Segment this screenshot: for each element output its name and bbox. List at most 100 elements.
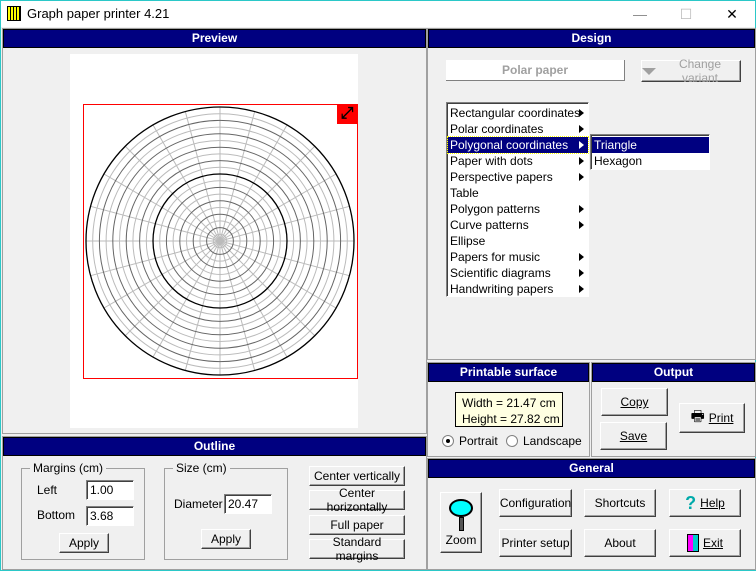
paper-preview[interactable]: ⤢ (70, 54, 358, 428)
category-item[interactable]: Handwriting papers (448, 281, 588, 297)
zoom-label: Zoom (445, 532, 477, 547)
size-group: Size (cm) Diameter 20.47 Apply (164, 461, 288, 560)
app-icon (7, 6, 21, 21)
configuration-button[interactable]: Configuration (499, 489, 572, 517)
category-item[interactable]: Ellipse (448, 233, 588, 249)
submenu-arrow-icon (579, 205, 584, 213)
help-icon: ? (685, 492, 697, 513)
bottom-margin-input[interactable]: 3.68 (86, 506, 134, 526)
category-item[interactable]: Scientific diagrams (448, 265, 588, 281)
category-label: Handwriting papers (450, 282, 554, 296)
category-label: Papers for music (450, 250, 541, 264)
category-item[interactable]: Table (448, 185, 588, 201)
submenu-arrow-icon (579, 141, 584, 149)
design-header: Design (428, 29, 755, 48)
copy-button[interactable]: Copy (601, 388, 668, 416)
category-list[interactable]: Rectangular coordinates Polar coordinates… (446, 102, 589, 297)
apply-size-button[interactable]: Apply (201, 529, 251, 549)
submenu-arrow-icon (579, 125, 584, 133)
maximize-button[interactable]: ☐ (663, 1, 709, 27)
standard-margins-button[interactable]: Standard margins (309, 535, 405, 563)
center-vertically-button[interactable]: Center vertically (309, 466, 405, 486)
category-label: Curve patterns (450, 218, 529, 232)
submenu-arrow-icon (579, 253, 584, 261)
resize-icon[interactable]: ⤢ (337, 104, 357, 124)
portrait-radio[interactable]: Portrait (442, 434, 498, 448)
save-button[interactable]: Save (600, 422, 667, 450)
diameter-label: Diameter (174, 497, 223, 511)
radio-unchecked-icon (506, 435, 518, 447)
category-label: Ellipse (450, 234, 486, 248)
change-variant-label: Change variant (678, 57, 722, 85)
category-label: Polygon patterns (450, 202, 541, 216)
printer-setup-button[interactable]: Printer setup (499, 529, 572, 557)
help-label: Help (700, 496, 725, 510)
minimize-button[interactable]: — (617, 1, 663, 27)
landscape-radio[interactable]: Landscape (506, 434, 582, 448)
exit-button[interactable]: Exit (669, 529, 741, 557)
category-label: Rectangular coordinates (450, 106, 581, 120)
outline-header: Outline (3, 437, 426, 456)
dropdown-arrow-icon (642, 67, 656, 75)
print-label: Print (708, 411, 734, 425)
variant-item[interactable]: Hexagon (592, 153, 709, 169)
submenu-arrow-icon (579, 285, 584, 293)
printable-surface-header: Printable surface (428, 363, 589, 382)
exit-label: Exit (702, 536, 723, 550)
left-label: Left (37, 483, 58, 497)
surface-width: Width = 21.47 cm (462, 396, 556, 410)
surface-info-box: Width = 21.47 cm Height = 27.82 cm (455, 392, 563, 427)
apply-margins-button[interactable]: Apply (59, 533, 109, 553)
preview-header: Preview (3, 29, 426, 48)
current-paper-label: Polar paper (446, 60, 625, 81)
diameter-input[interactable]: 20.47 (224, 494, 272, 514)
margins-group: Margins (cm) Left 1.00 Bottom 3.68 Apply (21, 461, 145, 560)
category-label: Table (450, 186, 479, 200)
print-button[interactable]: 🖶 Print (679, 403, 745, 433)
zoom-button[interactable]: Zoom (440, 492, 482, 553)
submenu-arrow-icon (579, 157, 584, 165)
radio-checked-icon (442, 435, 454, 447)
category-item[interactable]: Polygon patterns (448, 201, 588, 217)
output-header: Output (592, 363, 755, 382)
magnifier-icon (449, 498, 473, 531)
category-item[interactable]: Curve patterns (448, 217, 588, 233)
category-label: Polygonal coordinates (450, 138, 569, 152)
center-horizontally-button[interactable]: Center horizontally (309, 486, 405, 514)
category-item[interactable]: Paper with dots (448, 153, 588, 169)
variant-item[interactable]: Triangle (592, 137, 709, 153)
submenu-arrow-icon (579, 269, 584, 277)
variant-submenu[interactable]: Triangle Hexagon (590, 134, 710, 170)
title-bar: Graph paper printer 4.21 — ☐ ✕ (1, 1, 755, 27)
polar-grid (83, 104, 358, 379)
window-title: Graph paper printer 4.21 (27, 6, 170, 21)
category-label: Scientific diagrams (450, 266, 551, 280)
change-variant-button[interactable]: Change variant (641, 57, 741, 85)
category-item[interactable]: Perspective papers (448, 169, 588, 185)
general-header: General (428, 459, 755, 478)
landscape-label: Landscape (523, 434, 582, 448)
category-item[interactable]: Papers for music (448, 249, 588, 265)
submenu-arrow-icon (579, 221, 584, 229)
copy-label: Copy (620, 395, 649, 409)
shortcuts-button[interactable]: Shortcuts (584, 489, 656, 517)
category-item[interactable]: Rectangular coordinates (448, 105, 588, 121)
save-label: Save (619, 429, 648, 443)
printer-icon: 🖶 (690, 407, 705, 425)
full-paper-button[interactable]: Full paper (309, 515, 405, 535)
left-margin-input[interactable]: 1.00 (86, 480, 134, 500)
margins-label: Margins (cm) (30, 461, 107, 475)
submenu-arrow-icon (579, 109, 584, 117)
category-item[interactable]: Polygonal coordinates (447, 136, 589, 154)
about-button[interactable]: About (584, 529, 656, 557)
category-label: Paper with dots (450, 154, 533, 168)
bottom-label: Bottom (37, 508, 76, 522)
submenu-arrow-icon (579, 173, 584, 181)
help-button[interactable]: ? Help (669, 489, 741, 517)
category-item[interactable]: Polar coordinates (448, 121, 588, 137)
surface-height: Height = 27.82 cm (462, 412, 560, 426)
close-button[interactable]: ✕ (709, 1, 755, 27)
portrait-label: Portrait (459, 434, 498, 448)
exit-door-icon (686, 534, 699, 552)
category-label: Polar coordinates (450, 122, 544, 136)
